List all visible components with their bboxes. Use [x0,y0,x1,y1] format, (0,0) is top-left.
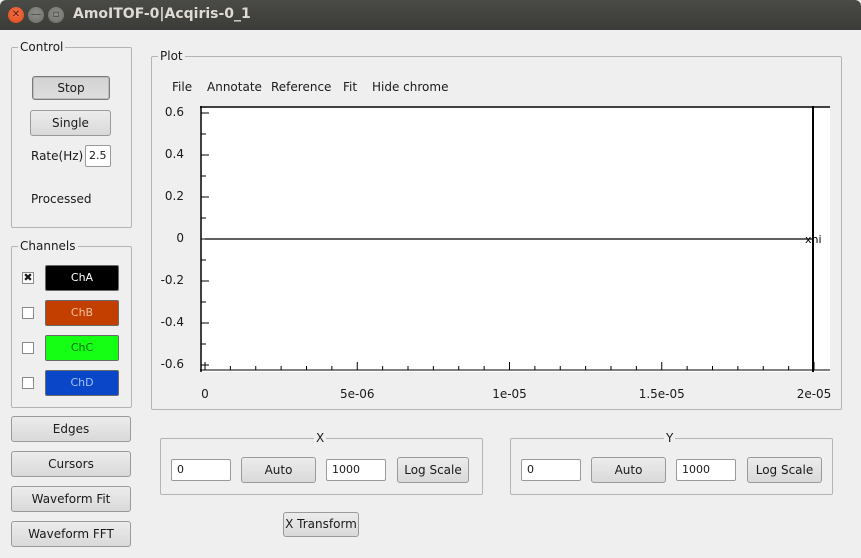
y-min-input[interactable]: 0 [521,459,581,481]
x-tick-label: 2e-05 [796,387,832,401]
x-tick-label: 1e-05 [492,387,527,401]
x-transform-button[interactable]: X Transform [283,512,359,537]
cursors-button[interactable]: Cursors [11,451,131,477]
x-tick-label: 0 [201,387,209,401]
channel-cha-color-button[interactable]: ChA [45,265,119,291]
y-max-input[interactable]: 1000 [676,459,736,481]
y-tick-label: 0.2 [164,189,184,203]
channel-chd-color-button[interactable]: ChD [45,370,119,396]
x-min-input[interactable]: 0 [171,459,231,481]
plot-group-title: Plot [158,48,185,64]
window-title: AmoITOF-0|Acqiris-0_1 [73,6,251,22]
channel-chc-color-button[interactable]: ChC [45,335,119,361]
y-tick-label: -0.2 [160,273,184,287]
plot-menu-hide-chrome[interactable]: Hide chrome [372,80,448,94]
x-tick-label: 1.5e-05 [638,387,685,401]
rate-input[interactable]: 2.5 [85,145,111,167]
x-tick-label: 5e-06 [339,387,375,401]
minimize-icon[interactable]: — [28,7,44,23]
y-auto-button[interactable]: Auto [591,457,666,483]
y-tick-label: -0.4 [160,315,184,329]
x-axis-title: X [314,430,327,446]
waveform-fit-button[interactable]: Waveform Fit [11,486,131,512]
edges-button[interactable]: Edges [11,416,131,442]
single-button[interactable]: Single [30,110,111,136]
status-text: Processed [31,192,92,206]
close-icon[interactable]: ✕ [8,7,24,23]
plot-menu-annotate[interactable]: Annotate [207,80,262,94]
plot-menu-reference[interactable]: Reference [271,80,331,94]
control-group-title: Control [18,39,66,55]
y-tick-label: 0 [176,231,184,245]
plot-menu-fit[interactable]: Fit [343,80,357,94]
x-auto-button[interactable]: Auto [241,457,316,483]
y-log-scale-button[interactable]: Log Scale [747,457,822,483]
channel-chb-color-button[interactable]: ChB [45,300,119,326]
plot-menu-file[interactable]: File [172,80,192,94]
y-tick-label: 0.4 [164,147,184,161]
stop-button[interactable]: Stop [32,76,110,100]
window-titlebar: ✕ — ▫ AmoITOF-0|Acqiris-0_1 [0,0,861,30]
channel-chb-checkbox[interactable] [22,307,34,319]
maximize-icon[interactable]: ▫ [48,7,64,23]
channels-group-title: Channels [18,238,78,254]
waveform-fft-button[interactable]: Waveform FFT [11,521,131,547]
channel-chc-checkbox[interactable] [22,342,34,354]
channel-cha-checkbox[interactable]: ✖ [22,272,34,284]
x-max-input[interactable]: 1000 [326,459,386,481]
rate-label: Rate(Hz) [31,149,84,163]
x-log-scale-button[interactable]: Log Scale [397,457,469,483]
channel-chd-checkbox[interactable] [22,377,34,389]
xhi-cursor-label: xhi [805,233,822,246]
plot-canvas[interactable]: xhi [200,106,830,372]
y-tick-label: 0.6 [164,105,184,119]
y-tick-label: -0.6 [160,357,184,371]
y-axis-title: Y [664,430,676,446]
waveform-plot[interactable]: xhi [200,106,830,372]
